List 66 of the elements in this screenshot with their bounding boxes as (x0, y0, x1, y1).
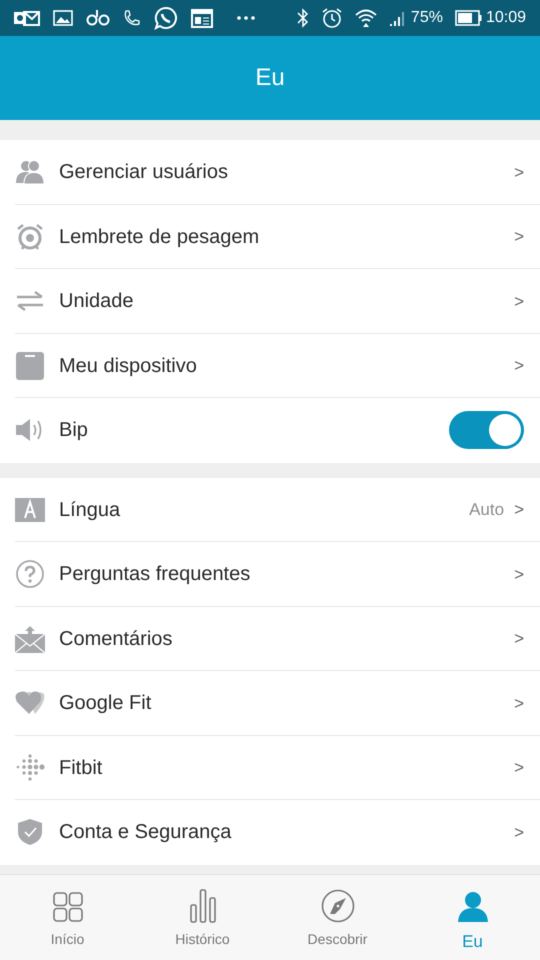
users-icon (15, 159, 45, 186)
letter-a-icon (15, 498, 45, 522)
alarm-clock-icon (16, 222, 44, 251)
page-title: Eu (255, 63, 285, 93)
chevron: > (514, 822, 524, 844)
settings-row[interactable]: Comentários > (0, 606, 540, 671)
clock-time: 10:09 (486, 8, 526, 28)
grid-icon (52, 891, 84, 923)
more-icon (236, 15, 256, 21)
phone-icon (123, 9, 141, 27)
settings-row[interactable]: Perguntas frequentes > (0, 542, 540, 606)
row-label: Fitbit (59, 756, 102, 781)
chevron: > (514, 499, 524, 521)
settings-row[interactable]: Conta e Segurança > (0, 800, 540, 864)
dots-icon (15, 752, 45, 783)
settings-row[interactable]: Meu dispositivo > (0, 334, 540, 398)
settings-row[interactable]: Lembrete de pesagem > (0, 204, 540, 269)
envelope-icon (15, 624, 45, 653)
nav-tab[interactable]: Início (0, 875, 135, 960)
chevron: > (514, 355, 524, 377)
mail-icon (14, 8, 40, 28)
battery-icon (454, 10, 482, 26)
chevron: > (514, 226, 524, 248)
toggle-switch[interactable] (449, 411, 524, 450)
row-label: Comentários (59, 626, 172, 652)
compass-icon (320, 889, 354, 923)
chevron: > (514, 290, 524, 312)
row-label: Bip (59, 418, 88, 444)
settings-row[interactable]: Fitbit > (0, 736, 540, 800)
chevron: > (514, 628, 524, 650)
chevron: > (514, 564, 524, 586)
row-value: Auto (469, 499, 504, 521)
row-label: Gerenciar usuários (59, 160, 228, 186)
wifi-icon (354, 8, 377, 28)
row-label: Lembrete de pesagem (59, 224, 260, 250)
row-label: Unidade (59, 289, 134, 314)
chevron: > (514, 162, 524, 184)
calendar-icon (191, 8, 213, 28)
settings-row[interactable]: Gerenciar usuários > (0, 140, 540, 204)
row-label: Conta e Segurança (59, 820, 232, 846)
nav-tab[interactable]: Histórico (135, 875, 270, 960)
row-label: Meu dispositivo (59, 354, 197, 379)
settings-row[interactable]: Unidade > (0, 269, 540, 334)
settings-row[interactable]: Google Fit > (0, 671, 540, 736)
voicemail-icon (86, 9, 110, 27)
row-label: Google Fit (59, 691, 152, 716)
question-icon (15, 559, 45, 590)
nav-tab[interactable]: Descobrir (270, 875, 405, 960)
signal-icon (388, 9, 407, 27)
row-label: Língua (59, 498, 120, 523)
image-icon (53, 10, 73, 26)
bar-chart-icon (188, 889, 216, 923)
arrows-icon (15, 289, 45, 314)
shield-icon (17, 818, 43, 846)
settings-row[interactable]: Bip (0, 398, 540, 462)
hearts-icon (15, 690, 45, 716)
settings-row[interactable]: Língua Auto > (0, 478, 540, 542)
chevron: > (514, 692, 524, 714)
alarm-icon (320, 7, 343, 29)
battery-percentage: 75% (410, 8, 443, 28)
scale-icon (16, 352, 44, 380)
row-label: Perguntas frequentes (59, 562, 250, 588)
chevron: > (514, 757, 524, 779)
bluetooth-icon (296, 8, 309, 28)
chat-icon (154, 6, 178, 30)
person-icon (456, 891, 488, 923)
